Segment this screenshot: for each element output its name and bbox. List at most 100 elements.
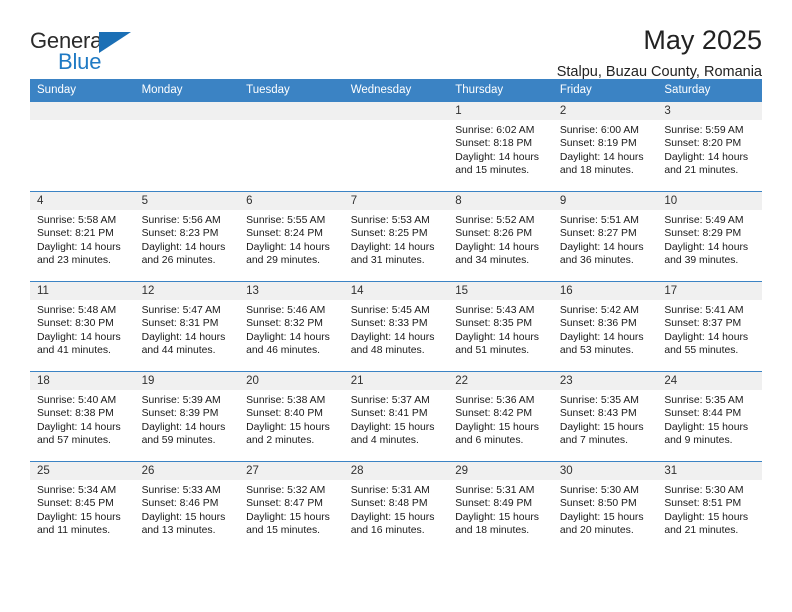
- daylight-line-cont: and 53 minutes.: [559, 345, 634, 357]
- daylight-line-cont: and 13 minutes.: [141, 525, 216, 537]
- day-sun-info: Sunrise: 5:35 AM Sunset: 8:44 PM Daylight:…: [657, 390, 762, 448]
- daylight-line: Daylight: 14 hours: [141, 421, 226, 433]
- daylight-line: Daylight: 15 hours: [559, 511, 644, 523]
- sunrise-line: Sunrise: 5:31 AM: [455, 485, 535, 496]
- calendar-day-cell[interactable]: 12 Sunrise: 5:47 AM Sunset: 8:31 PM Dayligh…: [134, 281, 240, 372]
- calendar-day-cell[interactable]: 10 Sunrise: 5:49 AM Sunset: 8:29 PM Dayligh…: [657, 191, 762, 282]
- daylight-line: Daylight: 15 hours: [664, 511, 749, 523]
- calendar-day-cell[interactable]: 2 Sunrise: 6:00 AM Sunset: 8:19 PM Daylight…: [552, 101, 658, 192]
- sunrise-line: Sunrise: 5:52 AM: [455, 215, 535, 226]
- day-number: 6: [239, 192, 344, 210]
- sunset-line: Sunset: 8:35 PM: [455, 318, 533, 330]
- calendar-day-cell[interactable]: 24 Sunrise: 5:35 AM Sunset: 8:44 PM Dayligh…: [657, 371, 762, 462]
- daylight-line-cont: and 36 minutes.: [559, 255, 634, 267]
- sunrise-line: Sunrise: 5:30 AM: [664, 485, 744, 496]
- weekday-header-monday: Monday: [134, 79, 240, 102]
- calendar-day-cell[interactable]: 26 Sunrise: 5:33 AM Sunset: 8:46 PM Dayligh…: [134, 461, 240, 552]
- sunrise-line: Sunrise: 5:59 AM: [664, 125, 744, 136]
- daylight-line: Daylight: 15 hours: [141, 511, 226, 523]
- calendar-day-cell[interactable]: 3 Sunrise: 5:59 AM Sunset: 8:20 PM Daylight…: [657, 101, 762, 192]
- calendar-day-cell[interactable]: 20 Sunrise: 5:38 AM Sunset: 8:40 PM Dayligh…: [239, 371, 344, 462]
- day-number: 18: [30, 372, 135, 390]
- sunset-line: Sunset: 8:36 PM: [559, 318, 637, 330]
- sunset-line: Sunset: 8:26 PM: [455, 228, 533, 240]
- daylight-line-cont: and 29 minutes.: [246, 255, 321, 267]
- calendar-day-cell[interactable]: 7 Sunrise: 5:53 AM Sunset: 8:25 PM Daylight…: [343, 191, 449, 282]
- calendar-day-cell[interactable]: 15 Sunrise: 5:43 AM Sunset: 8:35 PM Dayligh…: [448, 281, 553, 372]
- day-sun-info: Sunrise: 5:36 AM Sunset: 8:42 PM Daylight:…: [448, 390, 553, 448]
- day-number: 9: [552, 192, 658, 210]
- page-title: May 2025: [643, 25, 762, 55]
- calendar-day-cell[interactable]: 1 Sunrise: 6:02 AM Sunset: 8:18 PM Daylight…: [448, 101, 553, 192]
- daylight-line-cont: and 15 minutes.: [455, 165, 530, 177]
- calendar-day-cell[interactable]: 4 Sunrise: 5:58 AM Sunset: 8:21 PM Daylight…: [30, 191, 135, 282]
- calendar-day-cell[interactable]: 13 Sunrise: 5:46 AM Sunset: 8:32 PM Dayligh…: [239, 281, 344, 372]
- day-number: 27: [239, 462, 344, 480]
- sunrise-line: Sunrise: 6:00 AM: [559, 125, 639, 136]
- daylight-line: Daylight: 14 hours: [350, 331, 435, 343]
- calendar-day-cell[interactable]: 11 Sunrise: 5:48 AM Sunset: 8:30 PM Dayligh…: [30, 281, 135, 372]
- day-number: 24: [657, 372, 762, 390]
- day-number: 4: [30, 192, 135, 210]
- daylight-line-cont: and 15 minutes.: [246, 525, 321, 537]
- day-sun-info: Sunrise: 5:55 AM Sunset: 8:24 PM Daylight:…: [239, 210, 344, 268]
- calendar-day-cell[interactable]: 29 Sunrise: 5:31 AM Sunset: 8:49 PM Dayligh…: [448, 461, 553, 552]
- calendar-day-cell[interactable]: 14 Sunrise: 5:45 AM Sunset: 8:33 PM Dayligh…: [343, 281, 449, 372]
- sunset-line: Sunset: 8:23 PM: [141, 228, 219, 240]
- calendar-day-cell[interactable]: 16 Sunrise: 5:42 AM Sunset: 8:36 PM Dayligh…: [552, 281, 658, 372]
- daylight-line: Daylight: 15 hours: [350, 421, 435, 433]
- sunset-line: Sunset: 8:27 PM: [559, 228, 637, 240]
- weekday-header-saturday: Saturday: [657, 79, 762, 102]
- sunrise-line: Sunrise: 5:47 AM: [141, 305, 221, 316]
- daylight-line-cont: and 20 minutes.: [559, 525, 634, 537]
- calendar-day-cell[interactable]: 8 Sunrise: 5:52 AM Sunset: 8:26 PM Daylight…: [448, 191, 553, 282]
- sunset-line: Sunset: 8:24 PM: [246, 228, 323, 240]
- sunset-line: Sunset: 8:25 PM: [350, 228, 428, 240]
- sunrise-line: Sunrise: 5:30 AM: [559, 485, 639, 496]
- calendar-day-cell[interactable]: 25 Sunrise: 5:34 AM Sunset: 8:45 PM Dayligh…: [30, 461, 135, 552]
- page-header: General Blue May 2025 Stalpu, Buzau Coun…: [30, 0, 762, 81]
- day-sun-info: Sunrise: 5:41 AM Sunset: 8:37 PM Daylight:…: [657, 300, 762, 358]
- calendar-day-cell[interactable]: 21 Sunrise: 5:37 AM Sunset: 8:41 PM Dayligh…: [343, 371, 449, 462]
- calendar-day-cell[interactable]: 23 Sunrise: 5:35 AM Sunset: 8:43 PM Dayligh…: [552, 371, 658, 462]
- daylight-line: Daylight: 14 hours: [455, 331, 539, 343]
- day-sun-info: Sunrise: 5:31 AM Sunset: 8:49 PM Daylight:…: [448, 480, 553, 538]
- day-sun-info: Sunrise: 5:30 AM Sunset: 8:51 PM Daylight:…: [657, 480, 762, 538]
- day-sun-info: Sunrise: 5:32 AM Sunset: 8:47 PM Daylight:…: [239, 480, 344, 538]
- sunset-line: Sunset: 8:42 PM: [455, 408, 533, 420]
- day-number: 31: [657, 462, 762, 480]
- calendar-day-cell[interactable]: 27 Sunrise: 5:32 AM Sunset: 8:47 PM Dayligh…: [239, 461, 344, 552]
- calendar-cell-empty: [239, 101, 344, 192]
- daylight-line-cont: and 39 minutes.: [664, 255, 739, 267]
- sunrise-line: Sunrise: 5:48 AM: [37, 305, 117, 316]
- calendar-page: General Blue May 2025 Stalpu, Buzau Coun…: [0, 0, 792, 612]
- calendar-day-cell[interactable]: 5 Sunrise: 5:56 AM Sunset: 8:23 PM Daylight…: [134, 191, 240, 282]
- calendar-day-cell[interactable]: 30 Sunrise: 5:30 AM Sunset: 8:50 PM Dayligh…: [552, 461, 658, 552]
- calendar-day-cell[interactable]: 18 Sunrise: 5:40 AM Sunset: 8:38 PM Dayligh…: [30, 371, 135, 462]
- sunrise-line: Sunrise: 5:58 AM: [37, 215, 117, 226]
- calendar-week-row: 25 Sunrise: 5:34 AM Sunset: 8:45 PM Dayligh…: [30, 461, 762, 552]
- daylight-line: Daylight: 15 hours: [559, 421, 644, 433]
- calendar-day-cell[interactable]: 22 Sunrise: 5:36 AM Sunset: 8:42 PM Dayligh…: [448, 371, 553, 462]
- sunset-line: Sunset: 8:47 PM: [246, 498, 323, 510]
- daylight-line: Daylight: 14 hours: [664, 241, 749, 253]
- calendar-day-cell[interactable]: 6 Sunrise: 5:55 AM Sunset: 8:24 PM Daylight…: [239, 191, 344, 282]
- calendar-day-cell[interactable]: 28 Sunrise: 5:31 AM Sunset: 8:48 PM Dayligh…: [343, 461, 449, 552]
- calendar-body: 1 Sunrise: 6:02 AM Sunset: 8:18 PM Daylight…: [30, 101, 762, 552]
- calendar-week-row: 11 Sunrise: 5:48 AM Sunset: 8:30 PM Dayligh…: [30, 281, 762, 372]
- sunrise-line: Sunrise: 5:38 AM: [246, 395, 326, 406]
- calendar-day-cell[interactable]: 17 Sunrise: 5:41 AM Sunset: 8:37 PM Dayligh…: [657, 281, 762, 372]
- calendar-day-cell[interactable]: 9 Sunrise: 5:51 AM Sunset: 8:27 PM Daylight…: [552, 191, 658, 282]
- daylight-line: Daylight: 15 hours: [37, 511, 121, 523]
- day-number: 10: [657, 192, 762, 210]
- weekday-header-thursday: Thursday: [448, 79, 553, 102]
- daylight-line-cont: and 6 minutes.: [455, 435, 524, 447]
- calendar-week-row: 1 Sunrise: 6:02 AM Sunset: 8:18 PM Daylight…: [30, 101, 762, 192]
- day-sun-info: Sunrise: 5:30 AM Sunset: 8:50 PM Daylight:…: [553, 480, 658, 538]
- sunrise-line: Sunrise: 5:32 AM: [246, 485, 326, 496]
- calendar-day-cell[interactable]: 31 Sunrise: 5:30 AM Sunset: 8:51 PM Dayligh…: [657, 461, 762, 552]
- calendar-day-cell[interactable]: 19 Sunrise: 5:39 AM Sunset: 8:39 PM Dayligh…: [134, 371, 240, 462]
- daylight-line: Daylight: 15 hours: [664, 421, 749, 433]
- title-block: May 2025 Stalpu, Buzau County, Romania: [557, 25, 762, 81]
- sunrise-line: Sunrise: 5:55 AM: [246, 215, 326, 226]
